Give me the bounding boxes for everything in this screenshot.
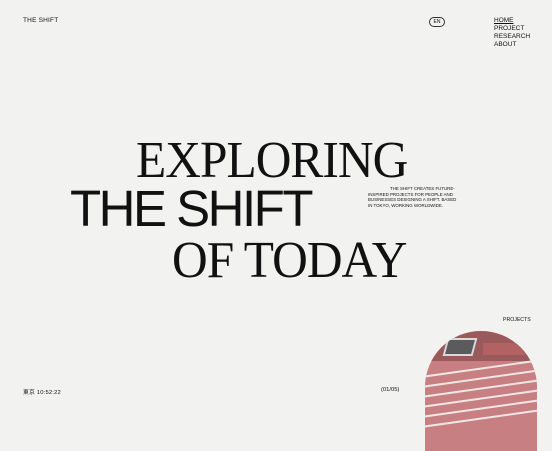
nav-item-research[interactable]: RESEARCH bbox=[494, 33, 530, 41]
projects-label[interactable]: PROJECTS bbox=[503, 317, 531, 323]
main-nav: HOME PROJECT RESEARCH ABOUT bbox=[494, 17, 530, 49]
site-logo[interactable]: THE SHIFT bbox=[23, 17, 58, 24]
project-preview-image[interactable] bbox=[425, 331, 537, 451]
preview-stripe bbox=[425, 377, 537, 399]
preview-stripe bbox=[425, 407, 537, 429]
language-toggle[interactable]: EN bbox=[429, 17, 445, 27]
preview-stripe bbox=[425, 397, 537, 419]
tokyo-clock: 東京 10:52:22 bbox=[23, 390, 61, 396]
hero-line-of-today: OF TODAY bbox=[172, 232, 407, 289]
hero-line-the-shift: THE SHIFT bbox=[70, 180, 314, 237]
preview-stripe bbox=[425, 367, 537, 389]
nav-item-about[interactable]: ABOUT bbox=[494, 41, 530, 49]
project-counter: (01/05) bbox=[381, 387, 400, 393]
intro-blurb: THE SHIFT CREATES FUTURE-INSPIRED PROJEC… bbox=[368, 186, 457, 208]
preview-highlight bbox=[483, 343, 525, 355]
preview-stripe bbox=[425, 387, 537, 409]
nav-item-project[interactable]: PROJECT bbox=[494, 25, 530, 33]
nav-item-home[interactable]: HOME bbox=[494, 17, 530, 25]
preview-window-frame bbox=[442, 338, 478, 356]
